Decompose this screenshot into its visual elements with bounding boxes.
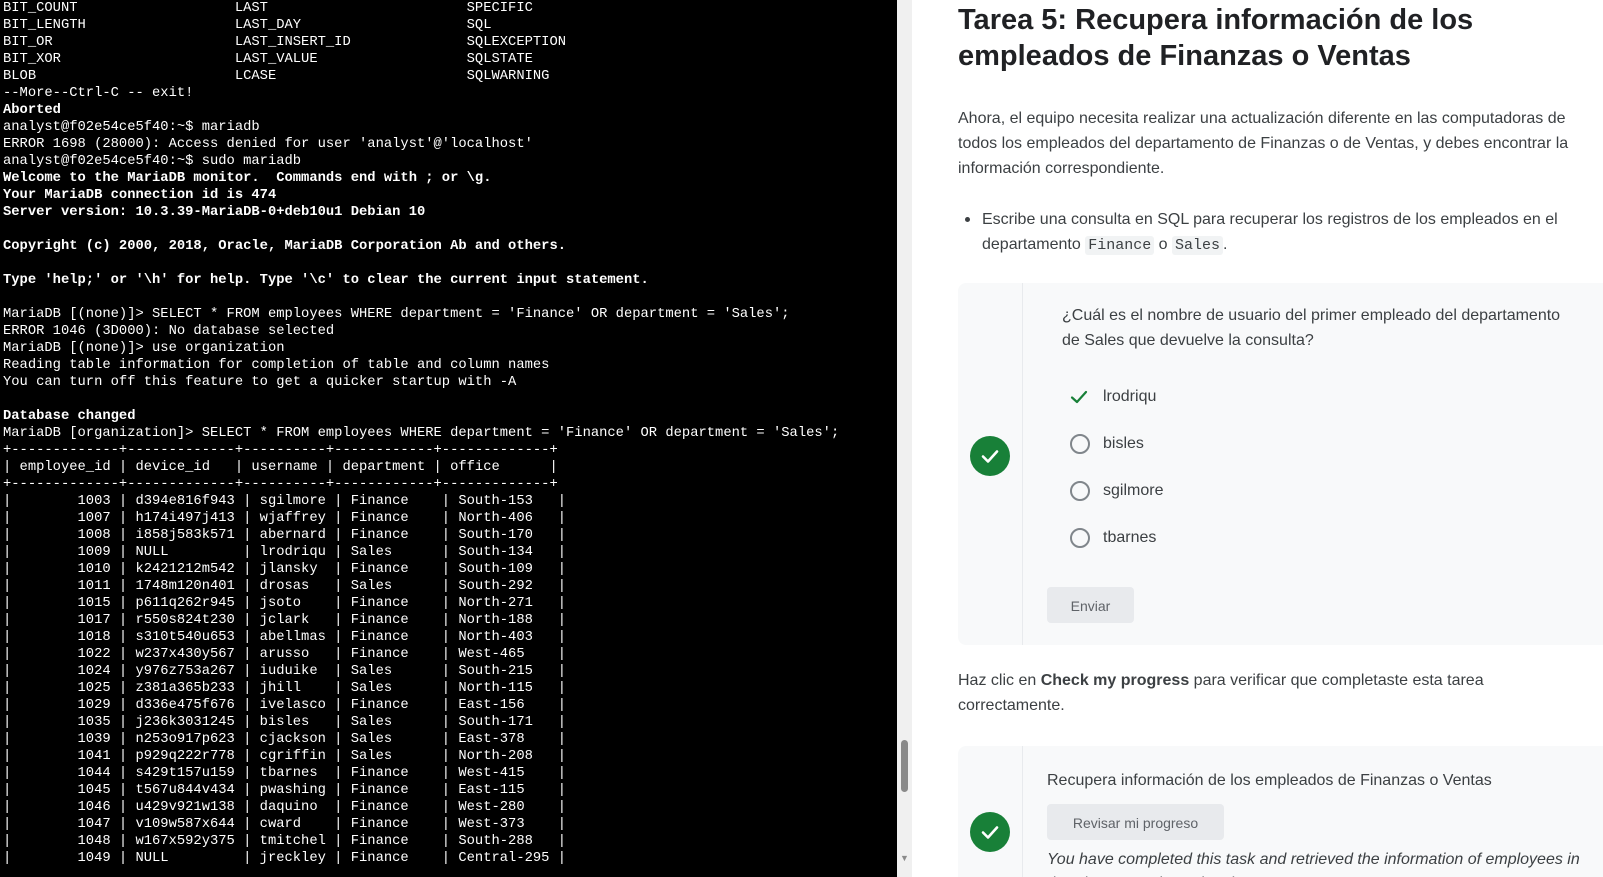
task-title: Tarea 5: Recupera información de los emp… bbox=[958, 4, 1474, 72]
completed-check-icon bbox=[970, 812, 1010, 852]
code-finance: Finance bbox=[1085, 236, 1155, 255]
option-label: bisles bbox=[1103, 435, 1144, 452]
terminal-output: BIT_COUNT LAST SPECIFIC BIT_LENGTH LAST_… bbox=[3, 0, 839, 867]
option-tbarnes[interactable]: tbarnes bbox=[1070, 526, 1370, 550]
check-text-before: Haz clic en bbox=[958, 672, 1041, 689]
terminal-line: | 1007 | h174i497j413 | wjaffrey | Finan… bbox=[3, 511, 567, 526]
terminal-line: BLOB LCASE SQLWARNING bbox=[3, 69, 550, 84]
terminal-line: | 1025 | z381a365b233 | jhill | Sales | … bbox=[3, 681, 567, 696]
option-bisles[interactable]: bisles bbox=[1070, 432, 1370, 456]
option-label: tbarnes bbox=[1103, 529, 1157, 546]
terminal-line: ERROR 1698 (28000): Access denied for us… bbox=[3, 137, 533, 152]
terminal-line: | 1039 | n253o917p623 | cjackson | Sales… bbox=[3, 732, 567, 747]
terminal-line: Your MariaDB connection id is 474 bbox=[3, 188, 277, 203]
terminal-line: Reading table information for completion… bbox=[3, 358, 550, 373]
terminal-line: Copyright (c) 2000, 2018, Oracle, MariaD… bbox=[3, 239, 567, 254]
terminal-line: Aborted bbox=[3, 103, 61, 118]
terminal-line: | 1024 | y976z753a267 | iuduike | Sales … bbox=[3, 664, 567, 679]
terminal-line: | 1015 | p611q262r945 | jsoto | Finance … bbox=[3, 596, 567, 611]
submit-button[interactable]: Enviar bbox=[1047, 587, 1134, 623]
question-status-column bbox=[958, 283, 1023, 645]
check-progress-instruction: Haz clic en Check my progress para verif… bbox=[958, 668, 1578, 718]
terminal-line: BIT_LENGTH LAST_DAY SQL bbox=[3, 18, 492, 33]
terminal-line: Server version: 10.3.39-MariaDB-0+deb10u… bbox=[3, 205, 426, 220]
completed-check-icon bbox=[970, 436, 1010, 476]
terminal-line: Welcome to the MariaDB monitor. Commands… bbox=[3, 171, 492, 186]
task-intro: Ahora, el equipo necesita realizar una a… bbox=[958, 110, 1569, 177]
terminal-line: | 1003 | d394e816f943 | sgilmore | Finan… bbox=[3, 494, 567, 509]
terminal-line: | 1045 | t567u844v434 | pwashing | Finan… bbox=[3, 783, 567, 798]
terminal-line: +-------------+-------------+----------+… bbox=[3, 443, 558, 458]
terminal-line: | 1022 | w237x430y567 | arusso | Finance… bbox=[3, 647, 567, 662]
terminal-line: | 1017 | r550s824t230 | jclark | Finance… bbox=[3, 613, 567, 628]
terminal-line: | 1047 | v109w587x644 | cward | Finance … bbox=[3, 817, 567, 832]
terminal-line: BIT_OR LAST_INSERT_ID SQLEXCEPTION bbox=[3, 35, 567, 50]
scroll-down-arrow-icon[interactable]: ▼ bbox=[899, 852, 910, 864]
check-progress-button[interactable]: Revisar mi progreso bbox=[1047, 804, 1224, 840]
terminal-line: | 1041 | p929q222r778 | cgriffin | Sales… bbox=[3, 749, 567, 764]
terminal-line: You can turn off this feature to get a q… bbox=[3, 375, 517, 390]
terminal-line: analyst@f02e54ce5f40:~$ mariadb bbox=[3, 120, 260, 135]
terminal-line: ERROR 1046 (3D000): No database selected bbox=[3, 324, 335, 339]
check-text-bold: Check my progress bbox=[1040, 672, 1190, 689]
question-card: ¿Cuál es el nombre de usuario del primer… bbox=[958, 283, 1603, 645]
radio-button[interactable] bbox=[1070, 528, 1090, 548]
instruction-text-middle: o bbox=[1154, 236, 1172, 253]
terminal-line: | 1044 | s429t157u159 | tbarnes | Financ… bbox=[3, 766, 567, 781]
progress-status-column bbox=[958, 746, 1023, 877]
option-label: sgilmore bbox=[1103, 482, 1164, 499]
terminal-line: | 1029 | d336e475f676 | ivelasco | Finan… bbox=[3, 698, 567, 713]
terminal-line: --More--Ctrl-C -- exit! bbox=[3, 86, 194, 101]
terminal-line: MariaDB [(none)]> SELECT * FROM employee… bbox=[3, 307, 790, 322]
terminal-line: MariaDB [organization]> SELECT * FROM em… bbox=[3, 426, 840, 441]
option-sgilmore[interactable]: sgilmore bbox=[1070, 479, 1370, 503]
instruction-item: Escribe una consulta en SQL para recuper… bbox=[958, 207, 1594, 258]
terminal-line: | 1011 | 1748m120n401 | drosas | Sales |… bbox=[3, 579, 567, 594]
scrollbar-thumb[interactable] bbox=[901, 740, 908, 792]
radio-button[interactable] bbox=[1070, 481, 1090, 501]
instruction-text-before: Escribe una consulta en SQL para recuper… bbox=[982, 211, 1558, 253]
question-text: ¿Cuál es el nombre de usuario del primer… bbox=[1062, 307, 1561, 349]
lab-instructions-panel: Tarea 5: Recupera información de los emp… bbox=[912, 0, 1603, 877]
progress-card: Recupera información de los empleados de… bbox=[958, 746, 1603, 877]
option-label: lrodriqu bbox=[1103, 388, 1157, 405]
terminal-line: | 1010 | k2421212m542 | jlansky | Financ… bbox=[3, 562, 567, 577]
terminal-line: analyst@f02e54ce5f40:~$ sudo mariadb bbox=[3, 154, 302, 169]
terminal-line: MariaDB [(none)]> use organization bbox=[3, 341, 285, 356]
terminal-line: Database changed bbox=[3, 409, 136, 424]
instruction-text-after: . bbox=[1223, 236, 1228, 253]
terminal-line: | 1008 | i858j583k571 | abernard | Finan… bbox=[3, 528, 567, 543]
terminal-line: Type 'help;' or '\h' for help. Type '\c'… bbox=[3, 273, 649, 288]
terminal-line: BIT_COUNT LAST SPECIFIC bbox=[3, 1, 533, 16]
terminal-line: | employee_id | device_id | username | d… bbox=[3, 460, 558, 475]
terminal-line: | 1049 | NULL | jreckley | Finance | Cen… bbox=[3, 851, 567, 866]
radio-button[interactable] bbox=[1070, 434, 1090, 454]
check-icon bbox=[1069, 387, 1089, 415]
option-lrodriqu[interactable]: lrodriqu bbox=[1070, 385, 1370, 409]
terminal-line: | 1035 | j236k3031245 | bisles | Sales |… bbox=[3, 715, 567, 730]
terminal-scrollbar[interactable]: ▼ bbox=[897, 0, 912, 877]
terminal-line: | 1048 | w167x592y375 | tmitchel | Finan… bbox=[3, 834, 567, 849]
terminal-window[interactable]: BIT_COUNT LAST SPECIFIC BIT_LENGTH LAST_… bbox=[0, 0, 912, 877]
progress-success-message: You have completed this task and retriev… bbox=[1047, 851, 1580, 877]
code-sales: Sales bbox=[1172, 236, 1224, 255]
terminal-line: BIT_XOR LAST_VALUE SQLSTATE bbox=[3, 52, 533, 67]
terminal-line: +-------------+-------------+----------+… bbox=[3, 477, 558, 492]
instruction-list: Escribe una consulta en SQL para recuper… bbox=[958, 207, 1594, 258]
terminal-line: | 1009 | NULL | lrodriqu | Sales | South… bbox=[3, 545, 567, 560]
terminal-line: | 1018 | s310t540u653 | abellmas | Finan… bbox=[3, 630, 567, 645]
progress-task-title: Recupera información de los empleados de… bbox=[1047, 772, 1492, 789]
terminal-line: | 1046 | u429v921w138 | daquino | Financ… bbox=[3, 800, 567, 815]
